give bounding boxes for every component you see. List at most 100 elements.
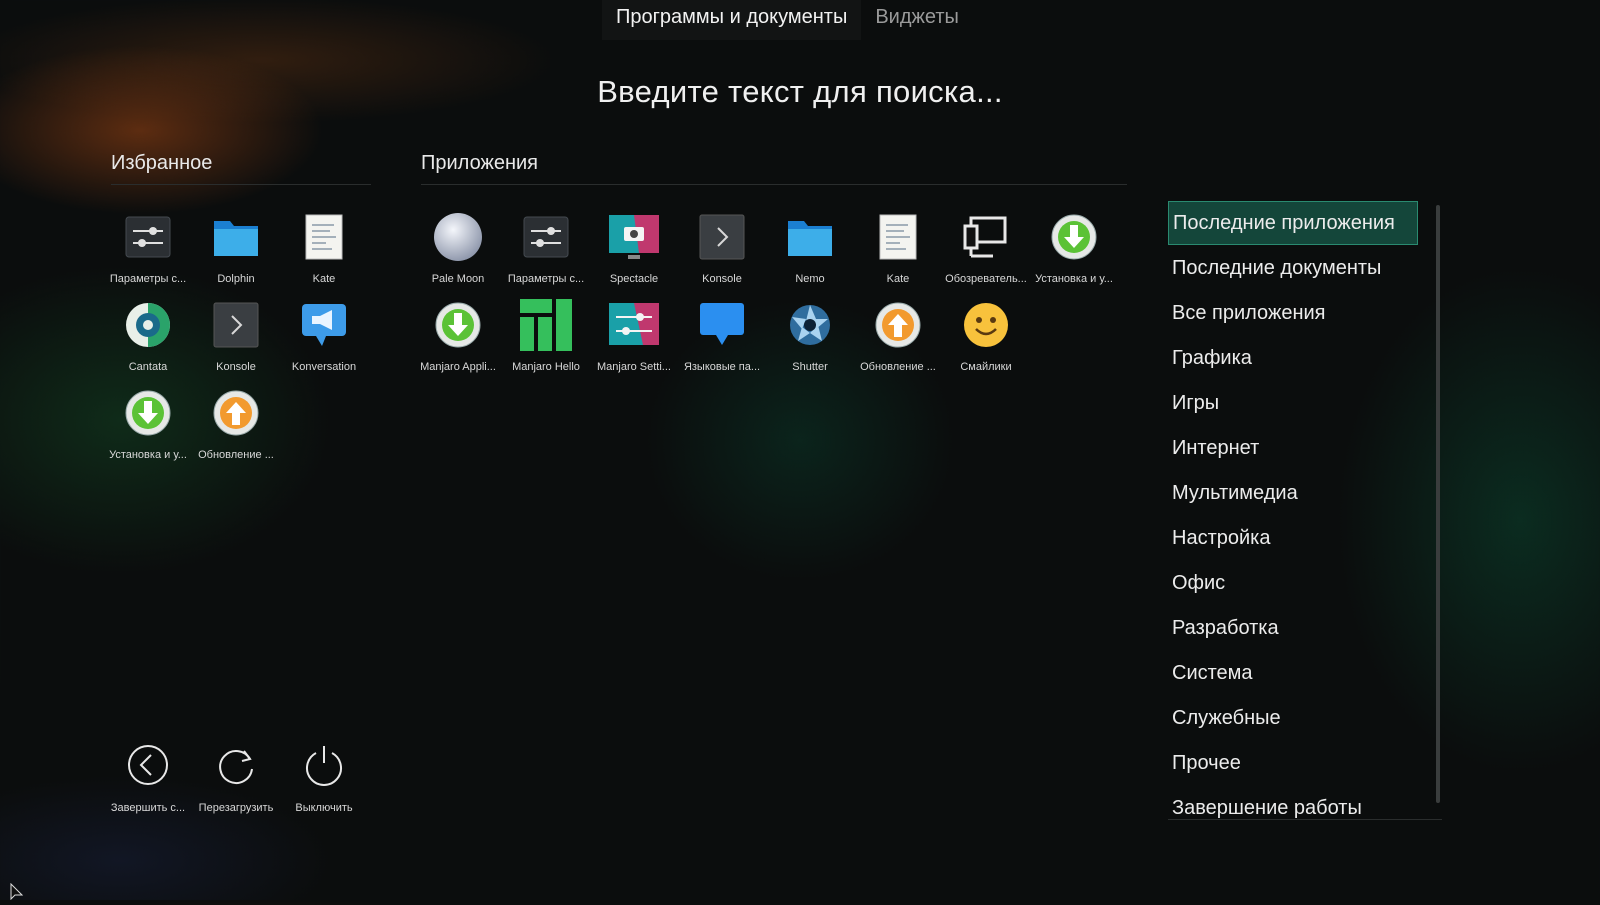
category-other[interactable]: Прочее [1168, 741, 1418, 786]
music-player-icon [122, 299, 174, 351]
update-upload-icon [872, 299, 924, 351]
category-shutdown[interactable]: Завершение работы [1168, 786, 1418, 831]
category-internet[interactable]: Интернет [1168, 426, 1418, 471]
app-tile[interactable]: Параметры с... [502, 205, 590, 293]
favorite-label: Установка и у... [109, 449, 187, 461]
network-icon [960, 211, 1012, 263]
app-tile[interactable]: Смайлики [942, 293, 1030, 381]
category-multimedia[interactable]: Мультимедиа [1168, 471, 1418, 516]
app-tile[interactable]: Spectacle [590, 205, 678, 293]
restart-button[interactable]: Перезагрузить [192, 740, 280, 828]
app-label: Nemo [795, 273, 825, 285]
favorite-label: Обновление ... [198, 449, 274, 461]
search-input[interactable]: Введите текст для поиска... [0, 74, 1600, 110]
category-divider [1168, 819, 1442, 820]
settings-icon [122, 211, 174, 263]
app-tile[interactable]: Обозреватель... [942, 205, 1030, 293]
app-label: Manjaro Appli... [420, 361, 496, 373]
language-chat-icon [696, 299, 748, 351]
app-tile[interactable]: Manjaro Appli... [414, 293, 502, 381]
applications-divider [421, 184, 1127, 185]
category-graphics[interactable]: Графика [1168, 336, 1418, 381]
install-download-icon [1048, 211, 1100, 263]
app-label: Shutter [792, 361, 828, 373]
category-system[interactable]: Система [1168, 651, 1418, 696]
app-label: Konsole [702, 273, 742, 285]
favorite-label: Параметры с... [109, 273, 187, 285]
app-tile[interactable]: Nemo [766, 205, 854, 293]
app-label: Обновление ... [860, 361, 936, 373]
app-label: Manjaro Setti... [597, 361, 671, 373]
tab-programs-documents[interactable]: Программы и документы [602, 0, 862, 40]
app-label: Manjaro Hello [512, 361, 580, 373]
tab-widgets[interactable]: Виджеты [861, 0, 973, 40]
category-games[interactable]: Игры [1168, 381, 1418, 426]
manjaro-settings-icon [608, 299, 660, 351]
favorite-tile[interactable]: Обновление ... [192, 381, 280, 469]
category-utilities[interactable]: Служебные [1168, 696, 1418, 741]
app-tile[interactable]: Установка и у... [1030, 205, 1118, 293]
app-label: Параметры с... [507, 273, 585, 285]
shutdown-button[interactable]: Выключить [280, 740, 368, 828]
applications-title: Приложения [421, 152, 539, 174]
app-tile[interactable]: Manjaro Setti... [590, 293, 678, 381]
shutdown-label: Выключить [295, 802, 353, 814]
category-recent-documents[interactable]: Последние документы [1168, 246, 1418, 291]
app-label: Обозреватель... [945, 273, 1027, 285]
app-tile[interactable]: Pale Moon [414, 205, 502, 293]
category-all-apps[interactable]: Все приложения [1168, 291, 1418, 336]
category-development[interactable]: Разработка [1168, 606, 1418, 651]
app-label: Установка и у... [1035, 273, 1113, 285]
favorite-tile[interactable]: Параметры с... [104, 205, 192, 293]
category-scrollbar[interactable] [1436, 205, 1440, 803]
shutter-aperture-icon [784, 299, 836, 351]
app-tile[interactable]: Shutter [766, 293, 854, 381]
favorite-tile[interactable]: Dolphin [192, 205, 280, 293]
favorite-label: Kate [312, 273, 336, 285]
restart-icon [213, 742, 259, 788]
category-office[interactable]: Офис [1168, 561, 1418, 606]
category-settings[interactable]: Настройка [1168, 516, 1418, 561]
favorite-tile[interactable]: Установка и у... [104, 381, 192, 469]
category-list: Последние приложения Последние документы… [1168, 201, 1418, 831]
app-label: Смайлики [960, 361, 1012, 373]
app-label: Kate [886, 273, 910, 285]
app-label: Spectacle [609, 273, 659, 285]
screenshot-icon [608, 211, 660, 263]
favorite-label: Konversation [291, 361, 357, 373]
terminal-icon [210, 299, 262, 351]
logout-button[interactable]: Завершить с... [104, 740, 192, 828]
text-editor-icon [298, 211, 350, 263]
favorite-tile[interactable]: Kate [280, 205, 368, 293]
favorites-divider [111, 184, 371, 185]
pale-moon-icon [432, 211, 484, 263]
folder-icon [784, 211, 836, 263]
app-tile[interactable]: Kate [854, 205, 942, 293]
session-actions: Завершить с... Перезагрузить Выключить [104, 740, 368, 828]
smiley-icon [960, 299, 1012, 351]
app-tile[interactable]: Обновление ... [854, 293, 942, 381]
favorite-tile[interactable]: Konsole [192, 293, 280, 381]
app-tile[interactable]: Manjaro Hello [502, 293, 590, 381]
text-editor-icon [872, 211, 924, 263]
favorite-label: Cantata [128, 361, 168, 373]
install-download-icon [432, 299, 484, 351]
manjaro-logo-icon [520, 299, 572, 351]
update-upload-icon [210, 387, 262, 439]
power-icon [301, 742, 347, 788]
app-tile[interactable]: Konsole [678, 205, 766, 293]
restart-label: Перезагрузить [198, 802, 274, 814]
favorite-tile[interactable]: Konversation [280, 293, 368, 381]
settings-icon [520, 211, 572, 263]
app-tile[interactable]: Языковые па... [678, 293, 766, 381]
app-label: Pale Moon [431, 273, 485, 285]
favorite-label: Konsole [216, 361, 256, 373]
folder-icon [210, 211, 262, 263]
favorites-title: Избранное [111, 152, 213, 174]
chat-megaphone-icon [298, 299, 350, 351]
app-label: Языковые па... [683, 361, 761, 373]
favorite-label: Dolphin [217, 273, 255, 285]
favorite-tile[interactable]: Cantata [104, 293, 192, 381]
category-recent-apps[interactable]: Последние приложения [1168, 201, 1418, 245]
favorites-grid: Параметры с... Dolphin Kate Cantata Kons… [104, 205, 368, 469]
